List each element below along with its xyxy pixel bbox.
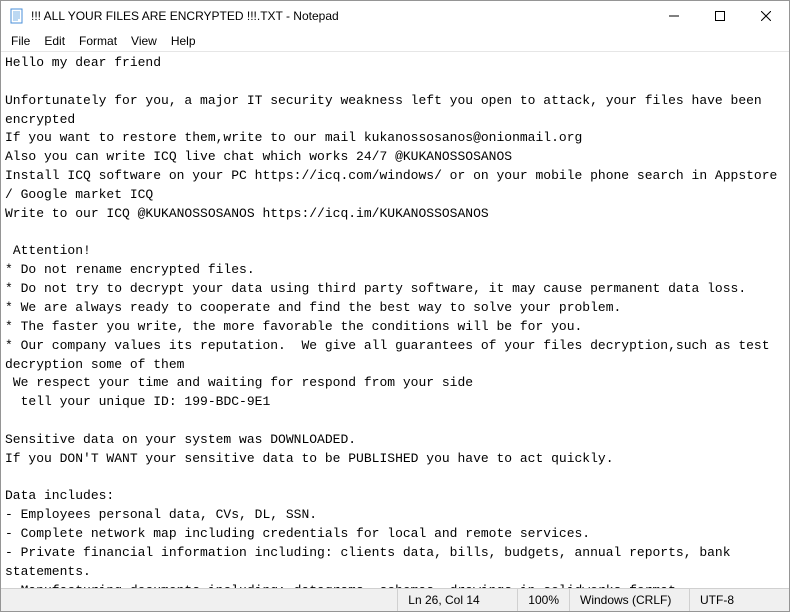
- status-encoding: UTF-8: [689, 589, 789, 611]
- maximize-icon: [715, 11, 725, 21]
- close-button[interactable]: [743, 1, 789, 31]
- menu-view[interactable]: View: [124, 32, 164, 50]
- status-line-ending: Windows (CRLF): [569, 589, 689, 611]
- minimize-button[interactable]: [651, 1, 697, 31]
- status-zoom: 100%: [517, 589, 569, 611]
- titlebar[interactable]: !!! ALL YOUR FILES ARE ENCRYPTED !!!.TXT…: [1, 1, 789, 31]
- close-icon: [761, 11, 771, 21]
- text-editor[interactable]: [1, 52, 789, 588]
- menu-format[interactable]: Format: [72, 32, 124, 50]
- status-caret-position: Ln 26, Col 14: [397, 589, 517, 611]
- editor-area: [1, 51, 789, 588]
- menu-file[interactable]: File: [4, 32, 37, 50]
- window-title: !!! ALL YOUR FILES ARE ENCRYPTED !!!.TXT…: [31, 9, 651, 23]
- menu-help[interactable]: Help: [164, 32, 203, 50]
- window-controls: [651, 1, 789, 31]
- menubar: File Edit Format View Help: [1, 31, 789, 51]
- statusbar: Ln 26, Col 14 100% Windows (CRLF) UTF-8: [1, 588, 789, 611]
- maximize-button[interactable]: [697, 1, 743, 31]
- minimize-icon: [669, 11, 679, 21]
- menu-edit[interactable]: Edit: [37, 32, 72, 50]
- notepad-window: !!! ALL YOUR FILES ARE ENCRYPTED !!!.TXT…: [0, 0, 790, 612]
- notepad-icon: [9, 8, 25, 24]
